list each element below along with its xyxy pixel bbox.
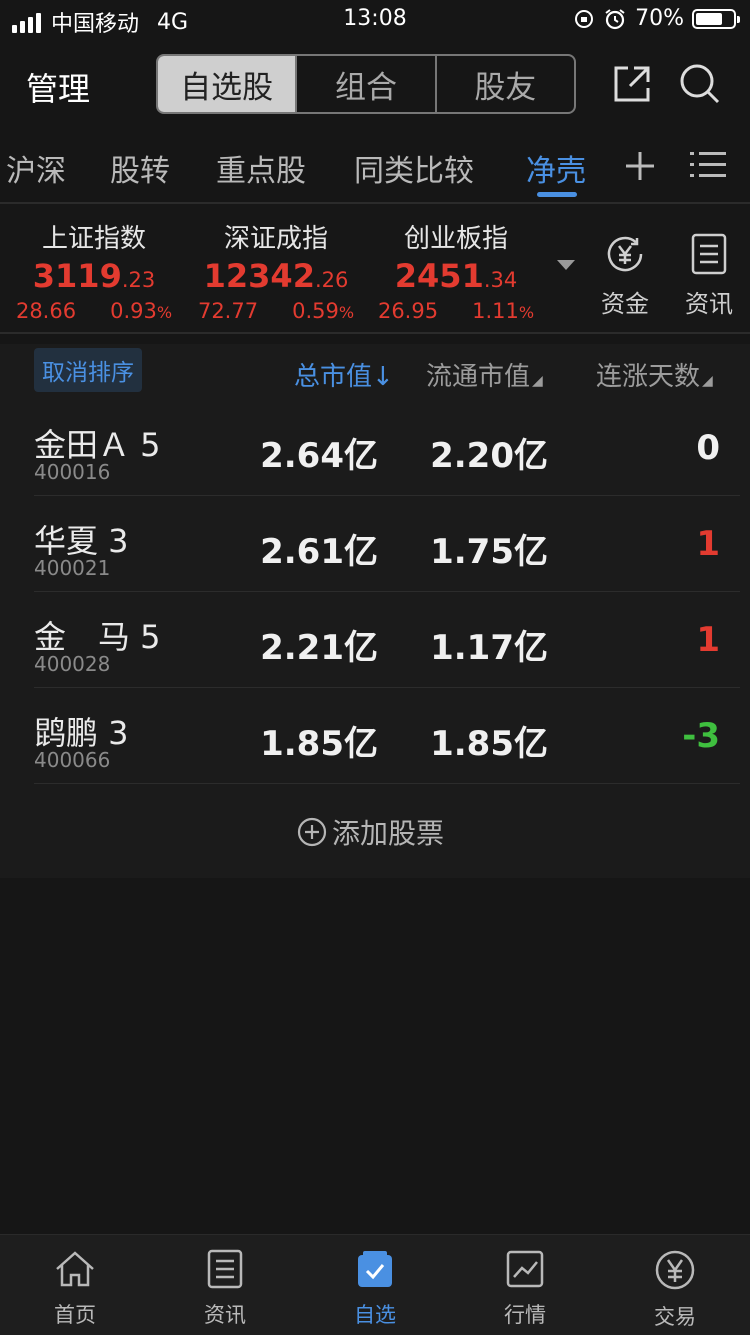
funds-button[interactable]: 资金: [590, 232, 660, 319]
index-panel: 上证指数 3119.23 28.66 0.93% 深证成指 12342.26 72…: [0, 202, 750, 334]
index-shanghai[interactable]: 上证指数 3119.23 28.66 0.93%: [14, 218, 174, 323]
tabbar-news[interactable]: 资讯: [175, 1249, 275, 1329]
tabbar-trade[interactable]: 交易: [625, 1249, 725, 1331]
tabbar-label: 资讯: [204, 1303, 246, 1327]
index-shenzhen[interactable]: 深证成指 12342.26 72.77 0.59%: [196, 218, 356, 323]
stock-list: 金田Ａ 5 400016 2.64亿 2.20亿 0 华夏 3 400021 2…: [0, 400, 750, 878]
stock-code: 400016: [34, 460, 111, 484]
rotation-lock-icon: [575, 9, 594, 28]
float-market-value: 1.85亿: [430, 724, 548, 764]
tab-peer-compare[interactable]: 同类比较: [354, 146, 474, 190]
stock-code: 400021: [34, 556, 111, 580]
sort-indicator-icon: ◢: [702, 373, 713, 389]
tabbar-label: 行情: [504, 1303, 546, 1327]
segment-friends[interactable]: 股友: [437, 56, 574, 112]
stock-row[interactable]: 金 马 5 400028 2.21亿 1.17亿 1: [34, 592, 740, 688]
index-name: 深证成指: [223, 224, 328, 254]
index-change: 72.77 0.59%: [197, 299, 355, 323]
document-icon: [691, 233, 727, 275]
funds-label: 资金: [601, 290, 649, 318]
menu-list-icon[interactable]: [690, 150, 726, 180]
sort-indicator-icon: ◢: [532, 373, 543, 389]
float-market-value: 2.20亿: [430, 436, 548, 476]
segment-watchlist[interactable]: 自选股: [158, 56, 298, 112]
index-name: 创业板指: [403, 224, 508, 254]
total-market-value: 2.61亿: [260, 532, 378, 572]
stock-row[interactable]: 华夏 3 400021 2.61亿 1.75亿 1: [34, 496, 740, 592]
share-icon[interactable]: [610, 62, 654, 106]
tabbar-label: 自选: [354, 1303, 396, 1327]
tabbar-label: 交易: [654, 1305, 696, 1329]
index-chinext[interactable]: 创业板指 2451.34 26.95 1.11%: [376, 218, 536, 323]
stock-code: 400028: [34, 652, 111, 676]
news-icon: [207, 1249, 243, 1289]
sort-up-streak-days[interactable]: 连涨天数 ◢: [596, 356, 746, 393]
tab-net-shell[interactable]: 净壳: [526, 146, 586, 190]
watchlist-icon: [358, 1251, 392, 1287]
news-button[interactable]: 资讯: [674, 232, 744, 319]
index-value: 2451.34: [394, 257, 518, 295]
search-icon[interactable]: [678, 62, 722, 106]
expand-indices-icon[interactable]: [557, 260, 575, 270]
up-streak-days: 0: [696, 428, 720, 468]
index-change: 26.95 1.11%: [377, 299, 535, 323]
segment-portfolio[interactable]: 组合: [297, 56, 437, 112]
cancel-sort-button[interactable]: 取消排序: [34, 348, 142, 392]
total-market-value: 2.64亿: [260, 436, 378, 476]
add-circle-icon: [297, 817, 327, 847]
index-value: 12342.26: [203, 257, 349, 295]
header: 管理 自选股 组合 股友: [0, 42, 750, 128]
tabbar-label: 首页: [54, 1303, 96, 1327]
float-market-value: 1.75亿: [430, 532, 548, 572]
tabbar-watchlist[interactable]: 自选: [325, 1249, 425, 1329]
add-tab-icon[interactable]: [624, 150, 656, 182]
float-market-value: 1.17亿: [430, 628, 548, 668]
add-stock-button[interactable]: 添加股票: [296, 812, 444, 852]
sort-bar: 取消排序 总市值↓ 流通市值 ◢ 连涨天数 ◢: [0, 344, 750, 400]
yen-trade-icon: [655, 1250, 695, 1290]
status-bar: 中国移动 4G 13:08 70%: [0, 0, 750, 42]
market-chart-icon: [506, 1250, 544, 1288]
tab-key-stocks[interactable]: 重点股: [216, 146, 306, 190]
manage-button[interactable]: 管理: [26, 64, 90, 110]
news-label: 资讯: [685, 290, 733, 318]
index-value: 3119.23: [32, 257, 156, 295]
index-change: 28.66 0.93%: [15, 299, 173, 323]
battery-icon: [692, 8, 740, 29]
sort-total-market-value[interactable]: 总市值↓: [294, 356, 394, 393]
tabbar-market[interactable]: 行情: [475, 1249, 575, 1329]
tab-transfer[interactable]: 股转: [110, 146, 170, 190]
up-streak-days: 1: [696, 620, 720, 660]
alarm-icon: [605, 8, 625, 29]
index-name: 上证指数: [41, 224, 146, 254]
market-tabs: 沪深 股转 重点股 同类比较 净壳: [0, 128, 750, 202]
add-stock-label: 添加股票: [332, 817, 445, 850]
tabbar-home[interactable]: 首页: [25, 1249, 125, 1329]
total-market-value: 2.21亿: [260, 628, 378, 668]
segmented-control: 自选股 组合 股友: [156, 54, 576, 114]
stock-row[interactable]: 鹍鹏 3 400066 1.85亿 1.85亿 -3: [34, 688, 740, 784]
sort-float-market-value[interactable]: 流通市值 ◢: [426, 356, 543, 393]
up-streak-days: -3: [682, 716, 720, 756]
stock-code: 400066: [34, 748, 111, 772]
home-icon: [56, 1251, 94, 1287]
battery-percent: 70%: [635, 6, 684, 31]
yen-cycle-icon: [607, 236, 643, 272]
total-market-value: 1.85亿: [260, 724, 378, 764]
tab-shanghai-shenzhen[interactable]: 沪深: [6, 146, 66, 190]
stock-row[interactable]: 金田Ａ 5 400016 2.64亿 2.20亿 0: [34, 400, 740, 496]
up-streak-days: 1: [696, 524, 720, 564]
active-tab-indicator: [537, 192, 577, 197]
bottom-tab-bar: 首页 资讯 自选 行情 交易: [0, 1234, 750, 1335]
